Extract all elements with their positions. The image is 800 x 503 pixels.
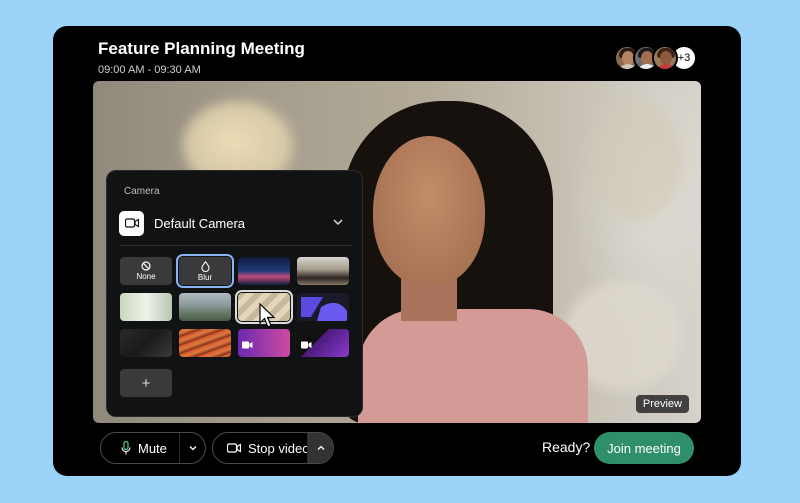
ready-prompt: Ready? bbox=[542, 439, 591, 455]
video-control: Stop video bbox=[212, 432, 334, 464]
avatar bbox=[652, 45, 678, 71]
bg-option-city-night[interactable] bbox=[238, 257, 290, 285]
stop-video-button[interactable]: Stop video bbox=[213, 433, 309, 463]
no-symbol-icon bbox=[141, 261, 151, 271]
meeting-time: 09:00 AM - 09:30 AM bbox=[98, 64, 201, 76]
bg-option-bright-room[interactable] bbox=[120, 293, 172, 321]
chevron-down-icon bbox=[189, 446, 196, 451]
video-camera-icon bbox=[227, 443, 241, 453]
camera-name: Default Camera bbox=[154, 215, 246, 231]
bg-option-label: Blur bbox=[197, 272, 213, 282]
bg-option-mountains[interactable] bbox=[179, 293, 231, 321]
meeting-title: Feature Planning Meeting bbox=[98, 39, 305, 58]
bg-option-none[interactable]: None bbox=[120, 257, 172, 285]
bg-option-purple-shapes[interactable] bbox=[297, 293, 349, 321]
mute-button[interactable]: Mute bbox=[101, 433, 167, 463]
plus-icon: + bbox=[141, 374, 151, 392]
microphone-icon bbox=[121, 441, 131, 455]
bg-option-dark-gradient[interactable] bbox=[120, 329, 172, 357]
chevron-down-icon bbox=[333, 219, 343, 226]
droplet-icon bbox=[200, 260, 210, 272]
add-background-button[interactable]: + bbox=[120, 369, 172, 397]
mute-label: Mute bbox=[138, 440, 167, 456]
preview-badge: Preview bbox=[635, 395, 689, 413]
video-icon bbox=[242, 341, 253, 349]
chevron-up-icon bbox=[317, 445, 324, 450]
bg-option-orange-waves[interactable] bbox=[179, 329, 231, 357]
camera-label: Camera bbox=[124, 186, 160, 197]
camera-dropdown[interactable]: Default Camera bbox=[119, 208, 351, 238]
bg-option-blur[interactable]: Blur bbox=[176, 254, 234, 288]
mouse-cursor-icon bbox=[259, 303, 276, 328]
person-face bbox=[373, 136, 485, 286]
bg-option-purple-video[interactable] bbox=[238, 329, 290, 357]
participant-avatars[interactable]: +3 bbox=[614, 45, 697, 71]
person-shirt bbox=[358, 309, 588, 423]
bg-option-label: None bbox=[136, 272, 156, 281]
camera-icon bbox=[119, 210, 144, 236]
video-icon bbox=[301, 341, 312, 349]
bg-option-violet-video[interactable] bbox=[297, 329, 349, 357]
bg-option-living-room[interactable] bbox=[297, 257, 349, 285]
mute-options-button[interactable] bbox=[179, 433, 205, 463]
join-meeting-button[interactable]: Join meeting bbox=[594, 432, 694, 464]
abstract-shapes-image bbox=[301, 297, 347, 321]
video-options-button[interactable] bbox=[307, 433, 333, 463]
stop-video-label: Stop video bbox=[248, 440, 310, 456]
camera-panel: Camera Default Camera None Blur + bbox=[106, 170, 363, 417]
mute-control: Mute bbox=[100, 432, 206, 464]
divider bbox=[119, 245, 352, 246]
